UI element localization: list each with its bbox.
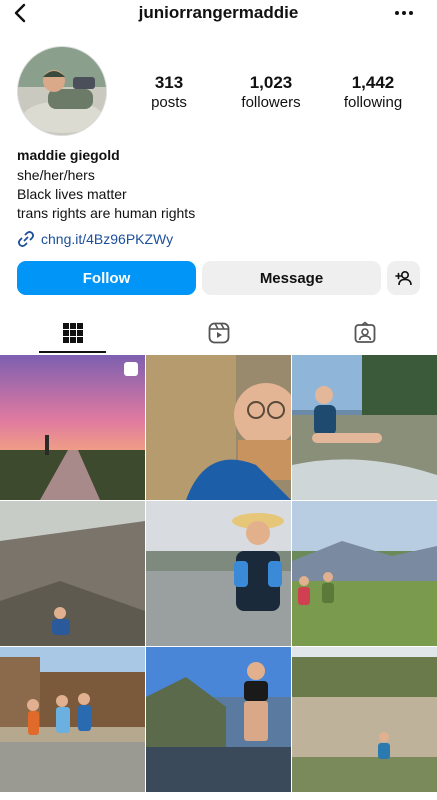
more-icon (395, 11, 413, 15)
followers-label: followers (241, 94, 301, 111)
avatar[interactable] (17, 46, 107, 136)
bio-line-pronouns: she/her/hers (17, 167, 95, 183)
message-button[interactable]: Message (202, 261, 381, 295)
following-label: following (343, 94, 403, 111)
active-tab-indicator (39, 351, 106, 353)
posts-label: posts (151, 94, 187, 111)
post-image (292, 355, 437, 500)
post-image (0, 647, 145, 792)
bio-line-blm: Black lives matter (17, 186, 127, 202)
following-count: 1,442 (351, 73, 395, 92)
reels-icon (208, 322, 229, 344)
post-image (292, 501, 437, 646)
posts-stat[interactable]: 313 posts (124, 73, 214, 113)
grid-icon (62, 323, 83, 343)
posts-count: 313 (154, 73, 184, 92)
follow-button[interactable]: Follow (17, 261, 196, 295)
link-icon (18, 231, 34, 247)
followers-stat[interactable]: 1,023 followers (226, 73, 316, 113)
suggested-users-button[interactable] (387, 261, 420, 295)
display-name: maddie giegold (17, 147, 120, 163)
post-tile[interactable] (146, 647, 291, 792)
post-image (0, 501, 145, 646)
post-tile[interactable] (292, 501, 437, 646)
tab-tagged[interactable] (292, 312, 437, 354)
post-tile[interactable] (292, 647, 437, 792)
tab-posts-grid[interactable] (0, 312, 145, 354)
post-tile[interactable] (0, 501, 145, 646)
post-image (146, 355, 291, 500)
bio-link[interactable]: chng.it/4Bz96PKZWy (17, 229, 173, 249)
add-person-icon (394, 270, 412, 286)
tagged-icon (354, 321, 375, 343)
post-image (146, 501, 291, 646)
followers-count: 1,023 (249, 73, 293, 92)
following-stat[interactable]: 1,442 following (328, 73, 418, 113)
bio-link-text: chng.it/4Bz96PKZWy (41, 231, 174, 247)
post-image (292, 647, 437, 792)
post-tile[interactable] (0, 355, 145, 500)
post-tile[interactable] (292, 355, 437, 500)
top-bar: juniorrangermaddie (0, 0, 437, 30)
post-tile[interactable] (146, 501, 291, 646)
bio-line-trans-rights: trans rights are human rights (17, 205, 196, 221)
post-tile[interactable] (0, 647, 145, 792)
post-image (146, 647, 291, 792)
avatar-image (18, 47, 106, 135)
tab-reels[interactable] (146, 312, 291, 354)
profile-tabs (0, 312, 437, 354)
bio-section: maddie giegold she/her/hers Black lives … (17, 146, 417, 223)
more-options-button[interactable] (393, 2, 415, 24)
multiple-photos-icon (124, 362, 138, 376)
post-tile[interactable] (146, 355, 291, 500)
profile-username: juniorrangermaddie (138, 3, 299, 22)
